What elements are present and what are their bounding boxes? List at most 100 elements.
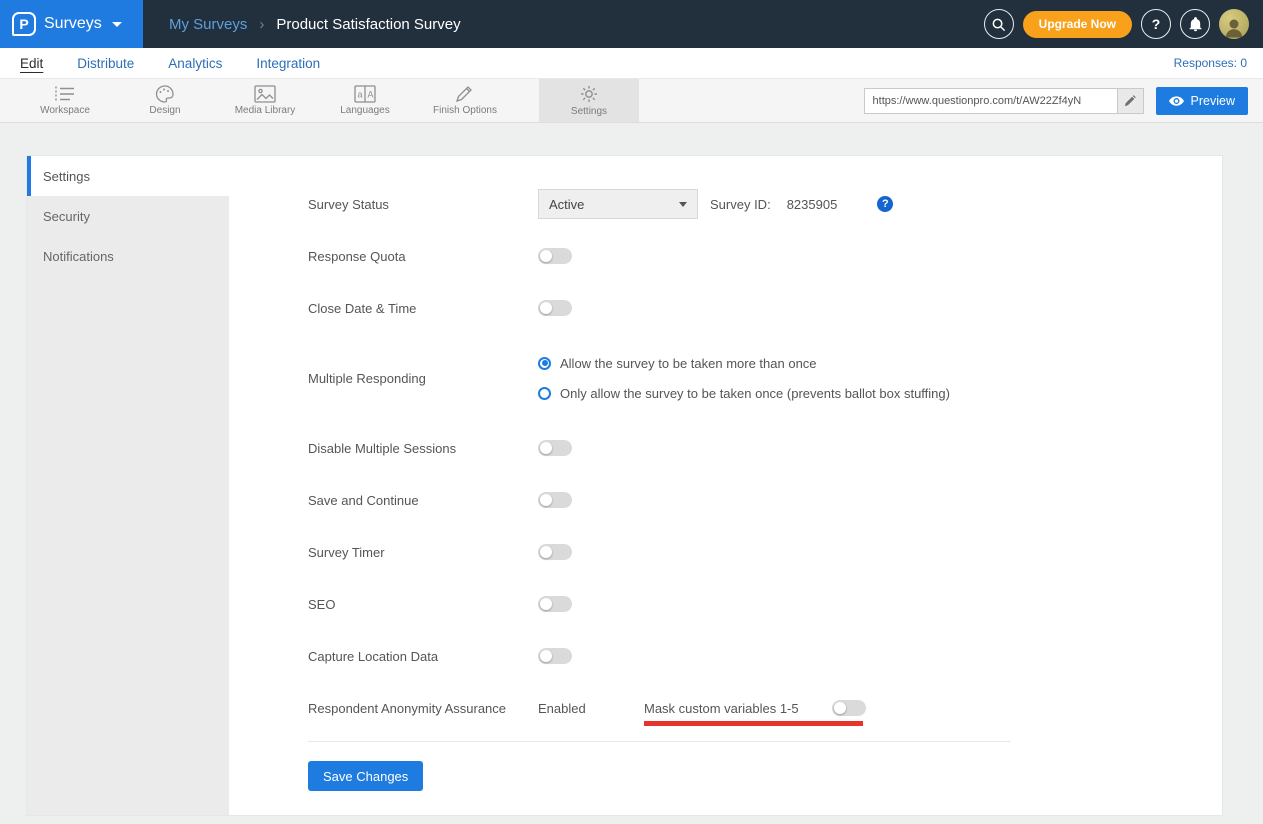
radio-only-once[interactable]: Only allow the survey to be taken once (… — [538, 386, 950, 401]
survey-timer-toggle[interactable] — [538, 544, 572, 560]
workspace-icon — [54, 85, 76, 103]
sidebar-item-label: Notifications — [43, 249, 114, 264]
sidebar-item-label: Settings — [43, 169, 90, 184]
breadcrumb: My Surveys › Product Satisfaction Survey — [169, 16, 461, 33]
tab-integration[interactable]: Integration — [256, 56, 320, 71]
response-quota-row: Response Quota — [308, 230, 1198, 282]
toolbar-item-label: Workspace — [40, 105, 90, 116]
avatar[interactable] — [1219, 9, 1249, 39]
media-library-icon — [254, 85, 276, 103]
finish-options-icon — [455, 85, 475, 103]
toolbar-item-media-library[interactable]: Media Library — [215, 79, 315, 122]
questionpro-logo-icon: P — [12, 12, 36, 36]
capture-location-data-label: Capture Location Data — [308, 649, 538, 664]
anonymity-status: Enabled — [538, 701, 644, 716]
toolbar-item-label: Design — [149, 105, 180, 116]
seo-row: SEO — [308, 578, 1198, 630]
multiple-responding-options: Allow the survey to be taken more than o… — [538, 356, 950, 401]
preview-button[interactable]: Preview — [1156, 87, 1248, 115]
user-silhouette-icon — [1222, 15, 1246, 39]
save-and-continue-row: Save and Continue — [308, 474, 1198, 526]
sidebar-item-notifications[interactable]: Notifications — [27, 236, 229, 276]
toolbar-item-label: Languages — [340, 105, 390, 116]
settings-form: Survey Status Active Survey ID: 8235905 … — [229, 156, 1222, 815]
product-switcher[interactable]: P Surveys — [0, 0, 143, 48]
edit-toolbar: Workspace Design Media Library aA Langua… — [0, 78, 1263, 123]
top-actions: Upgrade Now ? — [984, 9, 1263, 39]
toolbar-item-label: Media Library — [235, 105, 296, 116]
seo-toggle[interactable] — [538, 596, 572, 612]
section-tabs: Edit Distribute Analytics Integration Re… — [0, 48, 1263, 78]
tab-analytics[interactable]: Analytics — [168, 56, 222, 71]
close-date-time-row: Close Date & Time — [308, 282, 1198, 334]
survey-id-label: Survey ID: — [710, 197, 771, 212]
capture-location-data-toggle[interactable] — [538, 648, 572, 664]
chevron-down-icon — [679, 202, 687, 207]
radio-selected-icon — [538, 357, 551, 370]
sidebar-item-settings[interactable]: Settings — [27, 156, 229, 196]
svg-text:a: a — [358, 90, 363, 100]
survey-status-value: Active — [549, 197, 584, 212]
disable-multiple-sessions-toggle[interactable] — [538, 440, 572, 456]
responses-count[interactable]: Responses: 0 — [1174, 56, 1247, 70]
tab-edit[interactable]: Edit — [20, 56, 43, 71]
toolbar-item-workspace[interactable]: Workspace — [15, 79, 115, 122]
response-quota-label: Response Quota — [308, 249, 538, 264]
save-and-continue-label: Save and Continue — [308, 493, 538, 508]
multiple-responding-row: Multiple Responding Allow the survey to … — [308, 334, 1198, 422]
edit-url-button[interactable] — [1117, 89, 1143, 113]
languages-icon: aA — [354, 85, 376, 103]
product-name: Surveys — [44, 15, 102, 33]
design-icon — [155, 85, 175, 103]
toolbar-item-finish-options[interactable]: Finish Options — [415, 79, 515, 122]
survey-url-field — [864, 88, 1144, 114]
notifications-button[interactable] — [1180, 9, 1210, 39]
annotation-underline — [644, 721, 863, 726]
save-changes-button[interactable]: Save Changes — [308, 761, 423, 791]
toolbar-item-languages[interactable]: aA Languages — [315, 79, 415, 122]
toolbar-right: Preview — [864, 79, 1263, 122]
seo-label: SEO — [308, 597, 538, 612]
survey-timer-row: Survey Timer — [308, 526, 1198, 578]
question-mark-icon: ? — [1152, 16, 1161, 32]
radio-unselected-icon — [538, 387, 551, 400]
mask-custom-variables-toggle[interactable] — [832, 700, 866, 716]
survey-status-select[interactable]: Active — [538, 189, 698, 219]
pencil-icon — [1124, 95, 1136, 107]
toolbar-item-label: Settings — [571, 106, 607, 117]
response-quota-toggle[interactable] — [538, 248, 572, 264]
toolbar-item-settings[interactable]: Settings — [539, 79, 639, 122]
help-button[interactable]: ? — [1141, 9, 1171, 39]
survey-status-label: Survey Status — [308, 197, 538, 212]
close-date-time-toggle[interactable] — [538, 300, 572, 316]
form-divider — [308, 741, 1011, 742]
page-title: Product Satisfaction Survey — [276, 16, 460, 33]
settings-gear-icon — [579, 84, 599, 104]
top-bar: P Surveys My Surveys › Product Satisfact… — [0, 0, 1263, 48]
toolbar-item-label: Finish Options — [433, 105, 497, 116]
upgrade-now-button[interactable]: Upgrade Now — [1023, 11, 1132, 38]
preview-label: Preview — [1191, 94, 1235, 108]
tab-distribute[interactable]: Distribute — [77, 56, 134, 71]
radio-label: Allow the survey to be taken more than o… — [560, 356, 817, 371]
main-content: Settings Security Notifications Survey S… — [0, 123, 1263, 824]
disable-multiple-sessions-row: Disable Multiple Sessions — [308, 422, 1198, 474]
search-button[interactable] — [984, 9, 1014, 39]
close-date-time-label: Close Date & Time — [308, 301, 538, 316]
chevron-down-icon — [112, 22, 122, 27]
save-and-continue-toggle[interactable] — [538, 492, 572, 508]
survey-url-input[interactable] — [865, 89, 1117, 113]
settings-card: Settings Security Notifications Survey S… — [26, 155, 1223, 816]
sidebar-item-security[interactable]: Security — [27, 196, 229, 236]
svg-text:A: A — [368, 90, 374, 100]
survey-status-row: Survey Status Active Survey ID: 8235905 … — [308, 178, 1198, 230]
survey-id-help-icon[interactable]: ? — [877, 196, 893, 212]
settings-sidebar: Settings Security Notifications — [27, 156, 229, 815]
toolbar-item-design[interactable]: Design — [115, 79, 215, 122]
survey-id-value: 8235905 — [787, 197, 838, 212]
radio-allow-multiple[interactable]: Allow the survey to be taken more than o… — [538, 356, 950, 371]
respondent-anonymity-label: Respondent Anonymity Assurance — [308, 701, 538, 716]
bell-icon — [1188, 17, 1203, 32]
breadcrumb-separator: › — [259, 16, 264, 33]
breadcrumb-my-surveys[interactable]: My Surveys — [169, 16, 247, 33]
